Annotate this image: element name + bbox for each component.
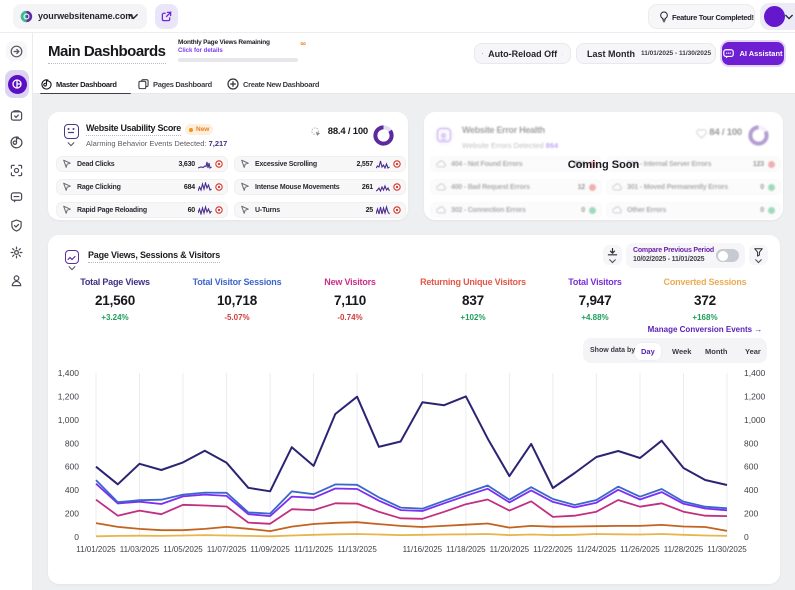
svg-text:0: 0 (74, 532, 79, 542)
svg-text:400: 400 (744, 485, 758, 495)
svg-text:1,000: 1,000 (744, 415, 766, 425)
svg-text:800: 800 (744, 438, 758, 448)
svg-text:1,200: 1,200 (744, 391, 766, 401)
svg-text:1,400: 1,400 (58, 368, 80, 378)
svg-text:11/01/2025: 11/01/2025 (76, 545, 116, 554)
svg-text:11/05/2025: 11/05/2025 (163, 545, 203, 554)
svg-text:11/11/2025: 11/11/2025 (294, 545, 333, 554)
svg-text:11/22/2025: 11/22/2025 (533, 545, 573, 554)
svg-text:11/26/2025: 11/26/2025 (620, 545, 660, 554)
svg-text:11/24/2025: 11/24/2025 (577, 545, 617, 554)
svg-text:1,400: 1,400 (744, 368, 766, 378)
svg-text:0: 0 (744, 532, 749, 542)
svg-text:11/13/2025: 11/13/2025 (337, 545, 377, 554)
svg-text:600: 600 (744, 462, 758, 472)
svg-text:11/20/2025: 11/20/2025 (490, 545, 530, 554)
svg-text:11/30/2025: 11/30/2025 (707, 545, 747, 554)
svg-text:200: 200 (65, 509, 79, 519)
svg-text:600: 600 (65, 462, 79, 472)
svg-text:11/03/2025: 11/03/2025 (120, 545, 160, 554)
svg-text:200: 200 (744, 509, 758, 519)
svg-text:11/18/2025: 11/18/2025 (446, 545, 486, 554)
svg-text:400: 400 (65, 485, 79, 495)
svg-text:1,200: 1,200 (58, 391, 80, 401)
svg-text:1,000: 1,000 (58, 415, 80, 425)
svg-text:11/16/2025: 11/16/2025 (403, 545, 443, 554)
svg-text:11/28/2025: 11/28/2025 (664, 545, 704, 554)
svg-text:800: 800 (65, 438, 79, 448)
svg-text:11/09/2025: 11/09/2025 (250, 545, 290, 554)
svg-text:11/07/2025: 11/07/2025 (207, 545, 247, 554)
